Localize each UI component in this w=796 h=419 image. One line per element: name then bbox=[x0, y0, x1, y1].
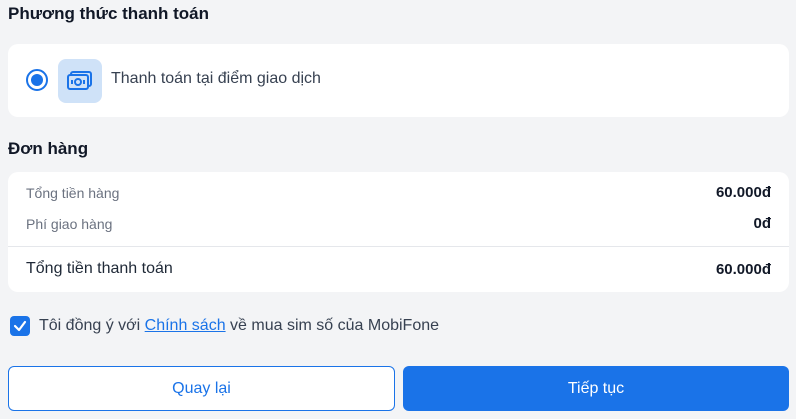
payment-option-card[interactable]: Thanh toán tại điểm giao dịch bbox=[8, 44, 789, 117]
total-label: Tổng tiền thanh toán bbox=[26, 260, 173, 277]
agreement-prefix: Tôi đồng ý với bbox=[39, 317, 145, 334]
payment-option-label: Thanh toán tại điểm giao dịch bbox=[111, 70, 321, 87]
agree-checkbox[interactable] bbox=[10, 316, 30, 336]
total-row: Tổng tiền thanh toán 60.000đ bbox=[26, 260, 771, 278]
total-value: 60.000đ bbox=[715, 260, 771, 278]
agreement-text: Tôi đồng ý với Chính sách về mua sim số … bbox=[39, 317, 439, 335]
payment-method-title: Phương thức thanh toán bbox=[8, 4, 210, 23]
order-title: Đơn hàng bbox=[8, 139, 89, 158]
checkmark-icon bbox=[13, 320, 27, 332]
subtotal-value: 60.000đ bbox=[715, 184, 771, 201]
shipping-fee-value: 0đ bbox=[753, 215, 771, 232]
subtotal-row: Tổng tiền hàng 60.000đ bbox=[26, 184, 771, 201]
agreement-suffix: về mua sim số của MobiFone bbox=[225, 317, 440, 334]
policy-link[interactable]: Chính sách bbox=[145, 317, 226, 334]
payment-option-radio[interactable] bbox=[26, 69, 48, 91]
order-summary-card: Tổng tiền hàng 60.000đ Phí giao hàng 0đ … bbox=[8, 172, 789, 292]
subtotal-label: Tổng tiền hàng bbox=[26, 184, 120, 201]
shipping-fee-row: Phí giao hàng 0đ bbox=[26, 215, 771, 232]
back-button[interactable]: Quay lại bbox=[8, 366, 395, 411]
shipping-fee-label: Phí giao hàng bbox=[26, 215, 113, 232]
cash-icon bbox=[58, 59, 102, 103]
divider bbox=[8, 246, 789, 247]
continue-button[interactable]: Tiếp tục bbox=[403, 366, 789, 411]
